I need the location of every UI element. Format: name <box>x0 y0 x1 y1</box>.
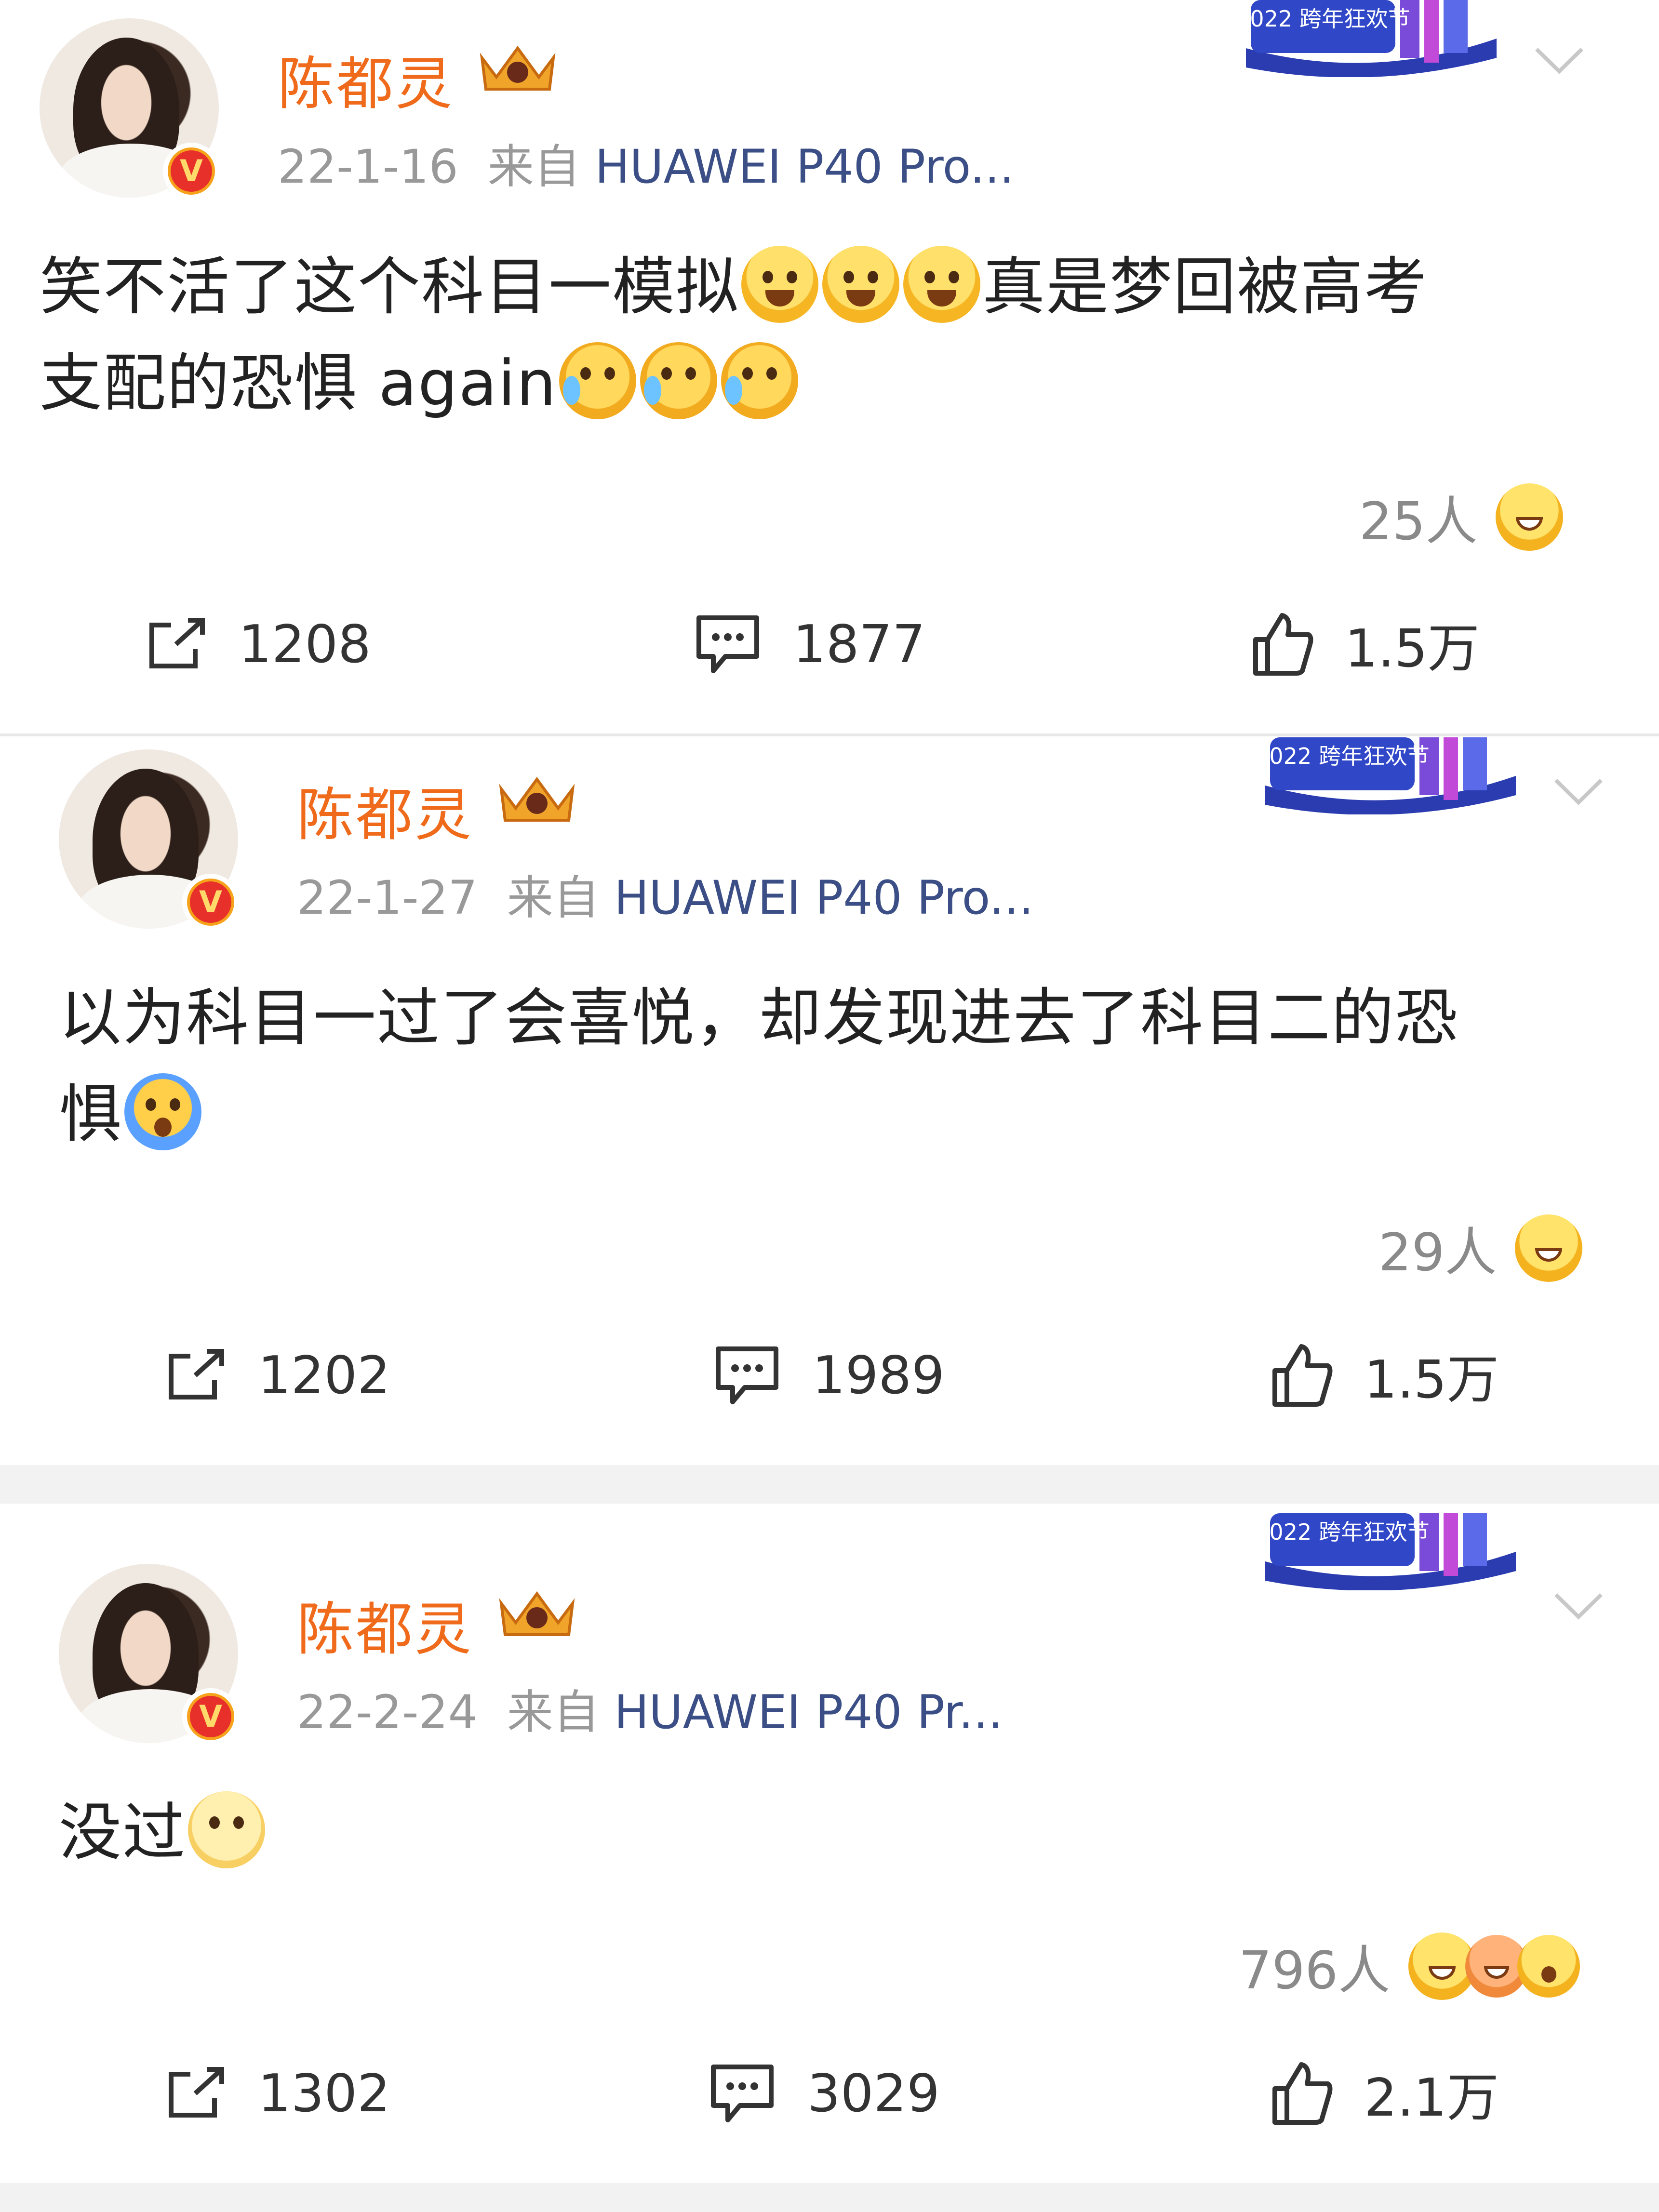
repost-button[interactable]: 1202 <box>161 1327 390 1424</box>
post-meta: 22-1-27 来自 HUAWEI P40 Pro... <box>297 860 1033 927</box>
laugh-cry-emoji-icon <box>822 246 900 323</box>
like-button[interactable]: 1.5万 <box>1248 596 1480 693</box>
like-icon <box>1272 2062 1333 2125</box>
scream-emoji-icon <box>124 1073 202 1150</box>
username[interactable]: 陈都灵 <box>278 38 454 120</box>
post-divider <box>0 733 1659 736</box>
post-text: 笑不活了这个科目一模拟 真是梦回被高考 支配的恐惧 again <box>40 239 1428 431</box>
event-banner[interactable]: 2022 跨年狂欢节 <box>1260 737 1521 814</box>
svg-text:2022 跨年狂欢节: 2022 跨年狂欢节 <box>1260 743 1430 769</box>
crown-icon <box>499 776 575 822</box>
post-text: 没过 <box>59 1784 267 1880</box>
reactions-summary[interactable]: 25人 <box>1359 480 1564 555</box>
like-icon <box>1272 1344 1333 1407</box>
chevron-down-icon[interactable] <box>1533 43 1586 77</box>
chevron-down-icon[interactable] <box>1552 1589 1605 1623</box>
device-source-link[interactable]: HUAWEI P40 Pro... <box>614 871 1033 925</box>
surprised-emoji-icon <box>1517 1935 1580 1998</box>
comment-icon <box>711 2065 774 2122</box>
comment-button[interactable]: 1989 <box>711 1327 945 1424</box>
action-bar: 1208 1877 1.5万 <box>0 596 1659 693</box>
like-button[interactable]: 2.1万 <box>1268 2045 1499 2142</box>
repost-icon <box>149 618 205 668</box>
username[interactable]: 陈都灵 <box>297 769 473 851</box>
grin-emoji-icon <box>1496 483 1564 551</box>
grin-emoji-icon <box>1515 1214 1583 1282</box>
verified-badge-icon: V <box>182 1688 239 1745</box>
verified-badge-icon: V <box>163 143 220 200</box>
event-banner[interactable]: 2022 跨年狂欢节 <box>1260 1513 1521 1590</box>
post-gap <box>0 1465 1659 1504</box>
action-bar: 1202 1989 1.5万 <box>0 1327 1659 1424</box>
repost-button[interactable]: 1302 <box>161 2045 390 2142</box>
repost-icon <box>169 1349 224 1399</box>
repost-button[interactable]: 1208 <box>142 596 371 693</box>
post-gap <box>0 2183 1659 2212</box>
comment-button[interactable]: 3029 <box>706 2045 940 2142</box>
username[interactable]: 陈都灵 <box>297 1583 473 1666</box>
reactions-summary[interactable]: 29人 <box>1378 1211 1583 1286</box>
post-meta: 22-1-16 来自 HUAWEI P40 Pro... <box>278 129 1014 196</box>
source-prefix: 来自 <box>487 140 580 194</box>
like-icon <box>1253 613 1313 676</box>
crown-icon <box>499 1591 575 1636</box>
sobbing-emoji-icon <box>559 342 636 419</box>
sad-face-emoji-icon <box>188 1791 266 1868</box>
chevron-down-icon[interactable] <box>1552 774 1605 808</box>
post-text: 以为科目一过了会喜悦，却发现进去了科目二的恐 惧 <box>59 981 1459 1151</box>
action-bar: 1302 3029 2.1万 <box>0 2045 1659 2142</box>
event-banner[interactable]: 2022 跨年狂欢节 <box>1241 0 1501 77</box>
source-prefix: 来自 <box>507 1685 600 1739</box>
post-date: 22-2-24 <box>297 1685 478 1739</box>
svg-text:2022 跨年狂欢节: 2022 跨年狂欢节 <box>1241 6 1410 32</box>
device-source-link[interactable]: HUAWEI P40 Pr... <box>614 1685 1003 1739</box>
weibo-post-3: V 陈都灵 22-2-24 来自 HUAWEI P40 Pr... 2022 跨… <box>0 1504 1659 2183</box>
repost-icon <box>169 2067 224 2118</box>
weibo-post-2: V 陈都灵 22-1-27 来自 HUAWEI P40 Pro... 2022 … <box>0 737 1659 1465</box>
like-button[interactable]: 1.5万 <box>1268 1327 1499 1424</box>
post-date: 22-1-16 <box>278 140 458 194</box>
verified-badge-icon: V <box>182 874 239 931</box>
svg-text:2022 跨年狂欢节: 2022 跨年狂欢节 <box>1260 1519 1430 1545</box>
sobbing-emoji-icon <box>640 342 717 419</box>
post-meta: 22-2-24 来自 HUAWEI P40 Pr... <box>297 1675 1003 1742</box>
device-source-link[interactable]: HUAWEI P40 Pro... <box>595 140 1014 194</box>
weibo-post-1: V 陈都灵 22-1-16 来自 HUAWEI P40 Pro... 2022 … <box>0 0 1659 733</box>
comment-icon <box>696 615 759 673</box>
comment-icon <box>716 1346 778 1404</box>
laugh-cry-emoji-icon <box>741 246 819 323</box>
post-date: 22-1-27 <box>297 871 478 925</box>
reactions-summary[interactable]: 796人 <box>1239 1929 1580 2004</box>
crown-icon <box>480 45 556 91</box>
sobbing-emoji-icon <box>721 342 798 419</box>
laugh-cry-emoji-icon <box>903 246 981 323</box>
comment-button[interactable]: 1877 <box>692 596 925 693</box>
source-prefix: 来自 <box>507 871 600 925</box>
